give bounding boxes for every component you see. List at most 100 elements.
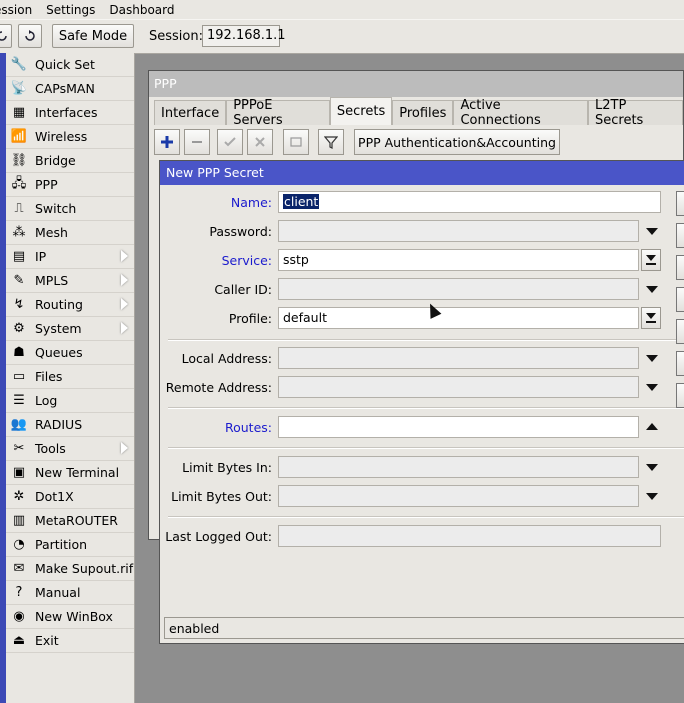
caller-id-field[interactable] [278,278,639,300]
tab-profiles[interactable]: Profiles [392,100,454,125]
name-field[interactable]: client [278,191,661,213]
profile-field[interactable]: default [278,307,639,329]
sidebar-item-label: Log [35,393,58,408]
sidebar-item-queues[interactable]: ☗ Queues [6,341,134,365]
disable-secret-button[interactable] [676,287,684,312]
comment-secret-button[interactable] [676,319,684,344]
limit-bytes-in-field[interactable] [278,456,639,478]
undo-button[interactable] [0,24,12,48]
remote-address-dropdown-icon[interactable] [646,384,658,391]
sidebar-item-label: Tools [35,441,66,456]
sidebar-item-tools[interactable]: ✂ Tools [6,437,134,461]
sidebar-item-label: Bridge [35,153,76,168]
menu-dashboard[interactable]: Dashboard [109,3,174,17]
local-address-field[interactable] [278,347,639,369]
tab-secrets[interactable]: Secrets [329,97,393,125]
limit-bytes-in-row: Limit Bytes In: [160,456,684,479]
routes-field[interactable] [278,416,639,438]
submenu-arrow-icon [121,250,128,262]
routes-collapse-icon[interactable] [646,423,658,430]
plus-icon [161,136,173,148]
tab-active-connections[interactable]: Active Connections [453,98,588,128]
sidebar-item-label: Queues [35,345,83,360]
submenu-arrow-icon [121,322,128,334]
sidebar-item-log[interactable]: ☰ Log [6,389,134,413]
profile-select-button[interactable] [641,307,661,329]
limit-bytes-in-label: Limit Bytes In: [182,460,272,475]
remote-address-row: Remote Address: [160,376,684,399]
sidebar-item-files[interactable]: ▭ Files [6,365,134,389]
service-select-button[interactable] [641,249,661,271]
sidebar-item-label: CAPsMAN [35,81,95,96]
sidebar-item-quick-set[interactable]: 🔧 Quick Set [6,53,134,77]
limit-bytes-out-dropdown-icon[interactable] [646,493,658,500]
switch-icon: ⎍ [14,201,24,216]
tab-interface[interactable]: Interface [154,100,227,125]
sidebar-item-wireless[interactable]: 📶 Wireless [6,125,134,149]
sidebar-item-ppp[interactable]: 🖧 PPP [6,173,134,197]
sidebar-item-capsman[interactable]: 📡 CAPsMAN [6,77,134,101]
password-dropdown-icon[interactable] [646,228,658,235]
sidebar-item-make-supout-rif[interactable]: ✉ Make Supout.rif [6,557,134,581]
mesh-icon: ⁂ [12,225,26,240]
safe-mode-button[interactable]: Safe Mode [52,24,134,48]
sidebar-item-interfaces[interactable]: ▦ Interfaces [6,101,134,125]
submenu-arrow-icon [121,298,128,310]
sidebar-item-new-winbox[interactable]: ◉ New WinBox [6,605,134,629]
sidebar-item-new-terminal[interactable]: ▣ New Terminal [6,461,134,485]
sidebar-item-switch[interactable]: ⎍ Switch [6,197,134,221]
redo-icon [25,30,35,41]
redo-button[interactable] [18,24,42,48]
sidebar-item-system[interactable]: ⚙ System [6,317,134,341]
apply-button[interactable] [676,255,684,280]
sidebar-item-routing[interactable]: ↯ Routing [6,293,134,317]
sidebar-item-metarouter[interactable]: ▥ MetaROUTER [6,509,134,533]
limit-bytes-out-field[interactable] [278,485,639,507]
tab-l2tp-secrets[interactable]: L2TP Secrets [588,98,683,128]
remove-secret-button[interactable] [676,383,684,408]
sidebar-item-ip[interactable]: ▤ IP [6,245,134,269]
sidebar-item-label: RADIUS [35,417,83,432]
ppp-auth-accounting-button[interactable]: PPP Authentication&Accounting [354,129,560,155]
remote-address-label: Remote Address: [165,380,272,395]
sidebar: 🔧 Quick Set 📡 CAPsMAN ▦ Interfaces 📶 Wireless ⛓ B… [6,53,135,703]
ok-button[interactable] [676,191,684,216]
remote-address-field[interactable] [278,376,639,398]
password-field[interactable] [278,220,639,242]
separator [168,447,684,449]
sidebar-item-mpls[interactable]: ✎ MPLS [6,269,134,293]
caller-id-dropdown-icon[interactable] [646,286,658,293]
copy-button[interactable] [676,351,684,376]
sidebar-item-radius[interactable]: 👥 RADIUS [6,413,134,437]
wireless-icon: 📶 [10,129,28,144]
sidebar-item-exit[interactable]: ⏏ Exit [6,629,134,653]
service-field[interactable]: sstp [278,249,639,271]
dot1x-icon: ✲ [13,489,25,504]
sidebar-item-dot1x[interactable]: ✲ Dot1X [6,485,134,509]
submenu-arrow-icon [121,442,128,454]
log-icon: ☰ [13,393,25,408]
sidebar-item-manual[interactable]: ? Manual [6,581,134,605]
sidebar-item-mesh[interactable]: ⁂ Mesh [6,221,134,245]
sidebar-item-partition[interactable]: ◔ Partition [6,533,134,557]
filter-button[interactable] [318,129,344,155]
remove-button[interactable] [184,129,210,155]
menu-settings[interactable]: Settings [46,3,95,17]
separator [168,339,684,341]
sidebar-item-bridge[interactable]: ⛓ Bridge [6,149,134,173]
radius-icon: 👥 [10,417,28,432]
disable-button[interactable] [247,129,273,155]
comment-button[interactable] [283,129,309,155]
tab-pppoe-servers[interactable]: PPPoE Servers [226,98,330,128]
add-button[interactable] [154,129,180,155]
cancel-button[interactable] [676,223,684,248]
tools-icon: ✂ [13,441,25,456]
menu-session[interactable]: ession [0,3,32,17]
capsman-icon: 📡 [10,81,28,96]
sidebar-item-label: New WinBox [35,609,113,624]
local-address-dropdown-icon[interactable] [646,355,658,362]
sidebar-item-label: Files [35,369,63,384]
limit-bytes-in-dropdown-icon[interactable] [646,464,658,471]
enable-button[interactable] [217,129,243,155]
last-logged-out-row: Last Logged Out: [160,525,684,548]
